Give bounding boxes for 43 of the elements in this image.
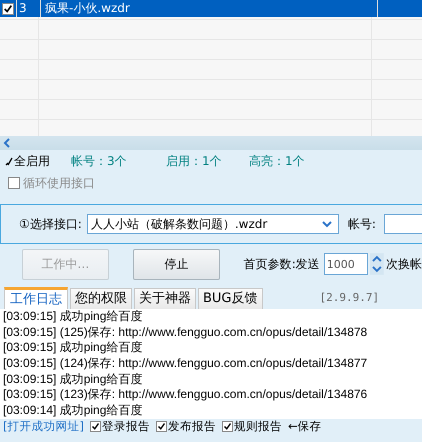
account-field[interactable] [384,214,422,234]
tab[interactable]: BUG反馈 [198,288,263,309]
param-label: 首页参数:发送 [244,256,320,272]
account-row[interactable]: 3 疯果-小伙.wzdr [0,0,422,17]
checkbox[interactable] [156,420,167,432]
count-label: 高亮：1个 [249,152,305,170]
spinner-icon[interactable] [370,253,384,275]
tab[interactable]: 关于神器 [134,288,196,309]
checkbox[interactable] [8,177,20,189]
checkbox[interactable] [222,420,233,432]
interface-label: ①选择接口: [19,216,82,232]
send-count-field[interactable]: 1000 [324,253,368,275]
account-label: 帐号: [348,216,376,232]
enable-all-button[interactable]: 全启用 [5,152,71,170]
open-urls-link[interactable]: [打开成功网址] [3,418,84,434]
log-line: [03:09:15] 成功ping给百度 [3,340,144,356]
checkbox-label: 登录报告 [102,418,150,434]
log-line: [03:09:14] 成功ping给百度 [3,403,144,419]
checkbox-label: 规则报告 [234,418,282,434]
row-number: 3 [19,1,27,15]
tab[interactable]: 工作日志 [4,287,68,309]
horizontal-scrollbar[interactable] [0,136,422,150]
account-name: 疯果-小伙.wzdr [45,1,130,15]
log-line: [03:09:15] (125)保存: http://www.fengguo.com.cn/opus/detail/134878 [3,324,368,340]
checkbox-label: 循环使用接口 [23,174,95,192]
checkbox[interactable] [2,2,14,14]
checkbox-label: 发布报告 [168,418,216,434]
log-line: [03:09:15] 成功ping给百度 [3,372,144,388]
log-line: [03:09:15] 成功ping给百度 [3,309,144,325]
log-line: [03:09:15] (123)保存: http://www.fengguo.com.cn/opus/detail/134876 [3,387,368,404]
interface-dropdown[interactable]: 人人小站（破解条数问题）.wzdr [86,214,339,234]
caret-icon [322,220,332,228]
stop-button[interactable]: 停止 [132,248,220,280]
param-suffix: 次换帐 [386,256,422,272]
log-line: [03:09:15] (124)保存: http://www.fengguo.com.cn/opus/detail/134877 [3,356,368,372]
count-label: 帐号：3个 [71,152,128,170]
scroll-left-icon[interactable] [2,137,12,149]
save-link[interactable]: ←保存 [288,418,322,434]
version-label: [2.9.9.7] [320,291,380,304]
tab[interactable]: 您的权限 [70,288,132,309]
checkbox[interactable] [90,420,101,432]
count-label: 启用：1个 [166,152,223,170]
check-icon [5,156,13,166]
